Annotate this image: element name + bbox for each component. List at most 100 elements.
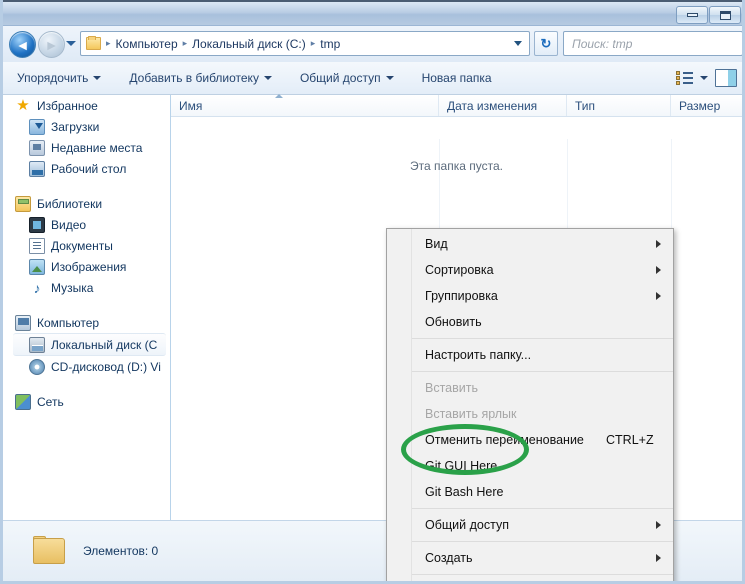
toolbar-item-share[interactable]: Общий доступ [289,67,405,89]
menu-item-label: Git Bash Here [425,485,504,499]
sidebar-item-recent-places[interactable]: Недавние места [3,137,170,158]
sidebar-label: Загрузки [51,119,100,134]
toolbar-label: Общий доступ [299,71,381,85]
forward-button[interactable]: ► [38,31,65,58]
sidebar-label: Локальный диск (C [51,337,158,352]
sidebar-label: Компьютер [37,315,100,330]
sidebar-label: Библиотеки [37,196,103,211]
address-bar-row: ◄ ► ▸ Компьютер ▸ Локальный диск (C:) ▸ … [0,26,745,62]
toolbar-label: Новая папка [421,71,492,85]
refresh-button[interactable]: ↻ [534,31,558,56]
chevron-down-icon [93,76,102,80]
menu-item-share-with[interactable]: Общий доступ [387,512,673,538]
menu-item-label: Обновить [425,315,482,329]
sidebar-label: Сеть [37,394,64,409]
chevron-down-icon[interactable] [514,41,522,46]
change-view-icon[interactable] [676,71,693,85]
submenu-arrow-icon [656,554,661,562]
command-toolbar: Упорядочить Добавить в библиотеку Общий … [0,62,745,95]
chevron-down-icon [385,76,394,80]
context-menu[interactable]: Вид Сортировка Группировка Обновить Наст… [386,228,674,584]
toolbar-item-organize[interactable]: Упорядочить [6,67,112,89]
column-label: Имя [179,99,203,113]
sidebar-item-music[interactable]: ♪ Музыка [3,277,170,298]
menu-item-properties[interactable]: Свойства [387,578,673,584]
submenu-arrow-icon [656,266,661,274]
column-label: Размер [679,99,721,113]
pictures-icon [29,258,45,275]
sidebar-item-cd-drive-d[interactable]: CD-дисковод (D:) Vi [3,356,170,377]
menu-item-customize-folder[interactable]: Настроить папку... [387,342,673,368]
menu-separator [412,541,673,542]
sidebar-item-local-disk-c[interactable]: Локальный диск (C [13,333,166,356]
menu-item-label: Сортировка [425,263,494,277]
history-dropdown-icon[interactable] [66,41,76,46]
explorer-window: ◄ ► ▸ Компьютер ▸ Локальный диск (C:) ▸ … [0,0,745,584]
menu-item-label: Git GUI Here [425,459,498,473]
chevron-down-icon[interactable] [700,76,708,80]
chevron-down-icon [263,76,272,80]
menu-item-paste: Вставить [387,375,673,401]
address-bar[interactable]: ▸ Компьютер ▸ Локальный диск (C:) ▸ tmp [80,31,530,56]
libraries-icon [15,195,31,212]
toolbar-item-add-to-library[interactable]: Добавить в библиотеку [118,67,283,89]
menu-item-git-gui-here[interactable]: Git GUI Here [387,453,673,479]
refresh-icon: ↻ [540,35,552,51]
breadcrumb-item-local-disk[interactable]: Локальный диск (C:) [189,37,309,51]
breadcrumb-item-computer[interactable]: Компьютер [113,37,181,51]
sidebar-item-desktop[interactable]: Рабочий стол [3,158,170,179]
folder-icon [86,36,101,50]
menu-separator [412,574,673,575]
navigation-pane[interactable]: ★ Избранное Загрузки Недавние места Рабо… [3,95,170,520]
folder-icon [33,536,67,566]
menu-item-view[interactable]: Вид [387,231,673,257]
sidebar-item-video[interactable]: Видео [3,214,170,235]
search-input[interactable]: Поиск: tmp [572,37,632,51]
breadcrumb-item-tmp[interactable]: tmp [317,37,343,51]
menu-item-label: Отменить переименование [425,433,584,447]
sidebar-group-network[interactable]: Сеть [3,391,170,412]
column-header-size[interactable]: Размер [671,95,742,116]
sidebar-group-libraries[interactable]: Библиотеки [3,193,170,214]
sidebar-group-computer[interactable]: Компьютер [3,312,170,333]
menu-item-new[interactable]: Создать [387,545,673,571]
computer-icon [15,314,31,331]
documents-icon [29,237,45,254]
sidebar-label: Недавние места [51,140,143,155]
window-controls [676,6,741,24]
column-header-name[interactable]: Имя [171,94,439,116]
status-item-count: Элементов: 0 [83,544,159,558]
sidebar-group-favorites[interactable]: ★ Избранное [3,95,170,116]
recent-places-icon [29,139,45,156]
video-icon [29,216,45,233]
back-arrow-icon: ◄ [15,36,30,53]
menu-item-label: Вид [425,237,448,251]
sidebar-item-downloads[interactable]: Загрузки [3,116,170,137]
title-bar [0,0,745,26]
sidebar-item-documents[interactable]: Документы [3,235,170,256]
column-header-type[interactable]: Тип [567,95,671,116]
sidebar-label: Документы [51,238,113,253]
toolbar-item-new-folder[interactable]: Новая папка [411,67,503,89]
network-icon [15,393,31,410]
empty-folder-message: Эта папка пуста. [410,159,503,173]
menu-item-group-by[interactable]: Группировка [387,283,673,309]
menu-item-git-bash-here[interactable]: Git Bash Here [387,479,673,505]
menu-item-refresh[interactable]: Обновить [387,309,673,335]
breadcrumb-separator: ▸ [310,38,316,48]
desktop-icon [29,160,45,177]
sidebar-item-pictures[interactable]: Изображения [3,256,170,277]
preview-pane-icon[interactable] [715,69,737,87]
column-header-date-modified[interactable]: Дата изменения [439,95,567,116]
sidebar-label: Рабочий стол [51,161,127,176]
menu-item-undo-rename[interactable]: Отменить переименование CTRL+Z [387,427,673,453]
menu-item-sort-by[interactable]: Сортировка [387,257,673,283]
maximize-icon [719,10,731,20]
maximize-button[interactable] [709,6,741,24]
search-box[interactable]: Поиск: tmp [563,31,743,56]
back-button[interactable]: ◄ [9,31,36,58]
minimize-button[interactable] [676,6,708,24]
sidebar-label: Музыка [51,280,94,295]
